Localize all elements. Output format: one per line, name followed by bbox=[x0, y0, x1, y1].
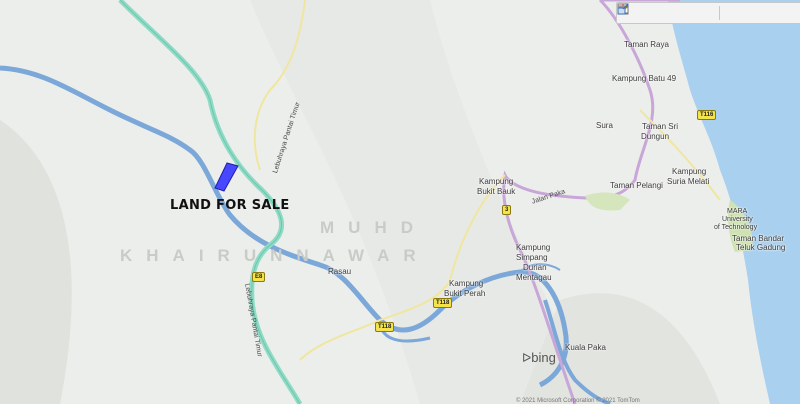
place-label: Rasau bbox=[328, 267, 352, 276]
place-label: University bbox=[722, 216, 753, 223]
place-label: Durian bbox=[523, 263, 547, 272]
window-icon[interactable] bbox=[617, 5, 714, 20]
place-label: Mentagau bbox=[516, 273, 552, 282]
route-shield: T116 bbox=[697, 110, 717, 120]
route-shield: T118 bbox=[375, 322, 395, 332]
place-label: Kampung bbox=[479, 177, 514, 186]
place-label: MARA bbox=[727, 208, 748, 215]
map-toolbar bbox=[616, 2, 800, 24]
zoom-out-icon[interactable] bbox=[617, 3, 654, 20]
grid-icon[interactable] bbox=[617, 3, 694, 20]
place-label: Kampung Batu 49 bbox=[612, 74, 677, 83]
pencil-icon[interactable] bbox=[618, 5, 739, 20]
export-icon[interactable] bbox=[617, 3, 759, 20]
route-shield: T118 bbox=[433, 298, 453, 308]
place-label: of Technology bbox=[714, 224, 758, 231]
route-shield: E8 bbox=[252, 272, 266, 282]
place-label: Kampung bbox=[516, 243, 551, 252]
route-shield: 3 bbox=[502, 205, 512, 215]
place-label: Bukit Perah bbox=[444, 289, 486, 298]
place-label: Bukit Bauk bbox=[477, 187, 516, 196]
place-label: Sura bbox=[596, 121, 613, 130]
place-label: Taman Raya bbox=[624, 40, 669, 49]
place-label: Kampung bbox=[672, 167, 707, 176]
watermark-line-1: MUHD bbox=[320, 218, 427, 237]
copyright: © 2021 Microsoft Corporation © 2021 TomT… bbox=[516, 398, 640, 404]
map-view[interactable]: MUHD KHAIRUNNAWAR Taman Raya Kampung Bat… bbox=[0, 0, 800, 404]
place-label: Kuala Paka bbox=[565, 343, 606, 352]
bing-icon: ᐅ bbox=[522, 351, 532, 365]
bing-text: bing bbox=[531, 350, 556, 365]
place-label: Dungun bbox=[641, 132, 670, 141]
place-label: Taman Bandar bbox=[732, 234, 785, 243]
place-label: Taman Sri bbox=[642, 122, 679, 131]
map-base bbox=[0, 0, 800, 404]
place-label: Taman Pelangi bbox=[610, 181, 663, 190]
watermark-line-2: KHAIRUNNAWAR bbox=[120, 246, 430, 265]
place-label: Kampung bbox=[449, 279, 484, 288]
land-for-sale-label: LAND FOR SALE bbox=[170, 198, 290, 213]
place-label: Simpang bbox=[516, 253, 548, 262]
place-label: Suria Melati bbox=[667, 177, 710, 186]
bing-logo: ᐅbing bbox=[522, 350, 556, 365]
layers-icon[interactable] bbox=[617, 3, 674, 20]
toolbar-divider bbox=[719, 6, 720, 20]
place-label: Teluk Gadung bbox=[736, 243, 786, 252]
